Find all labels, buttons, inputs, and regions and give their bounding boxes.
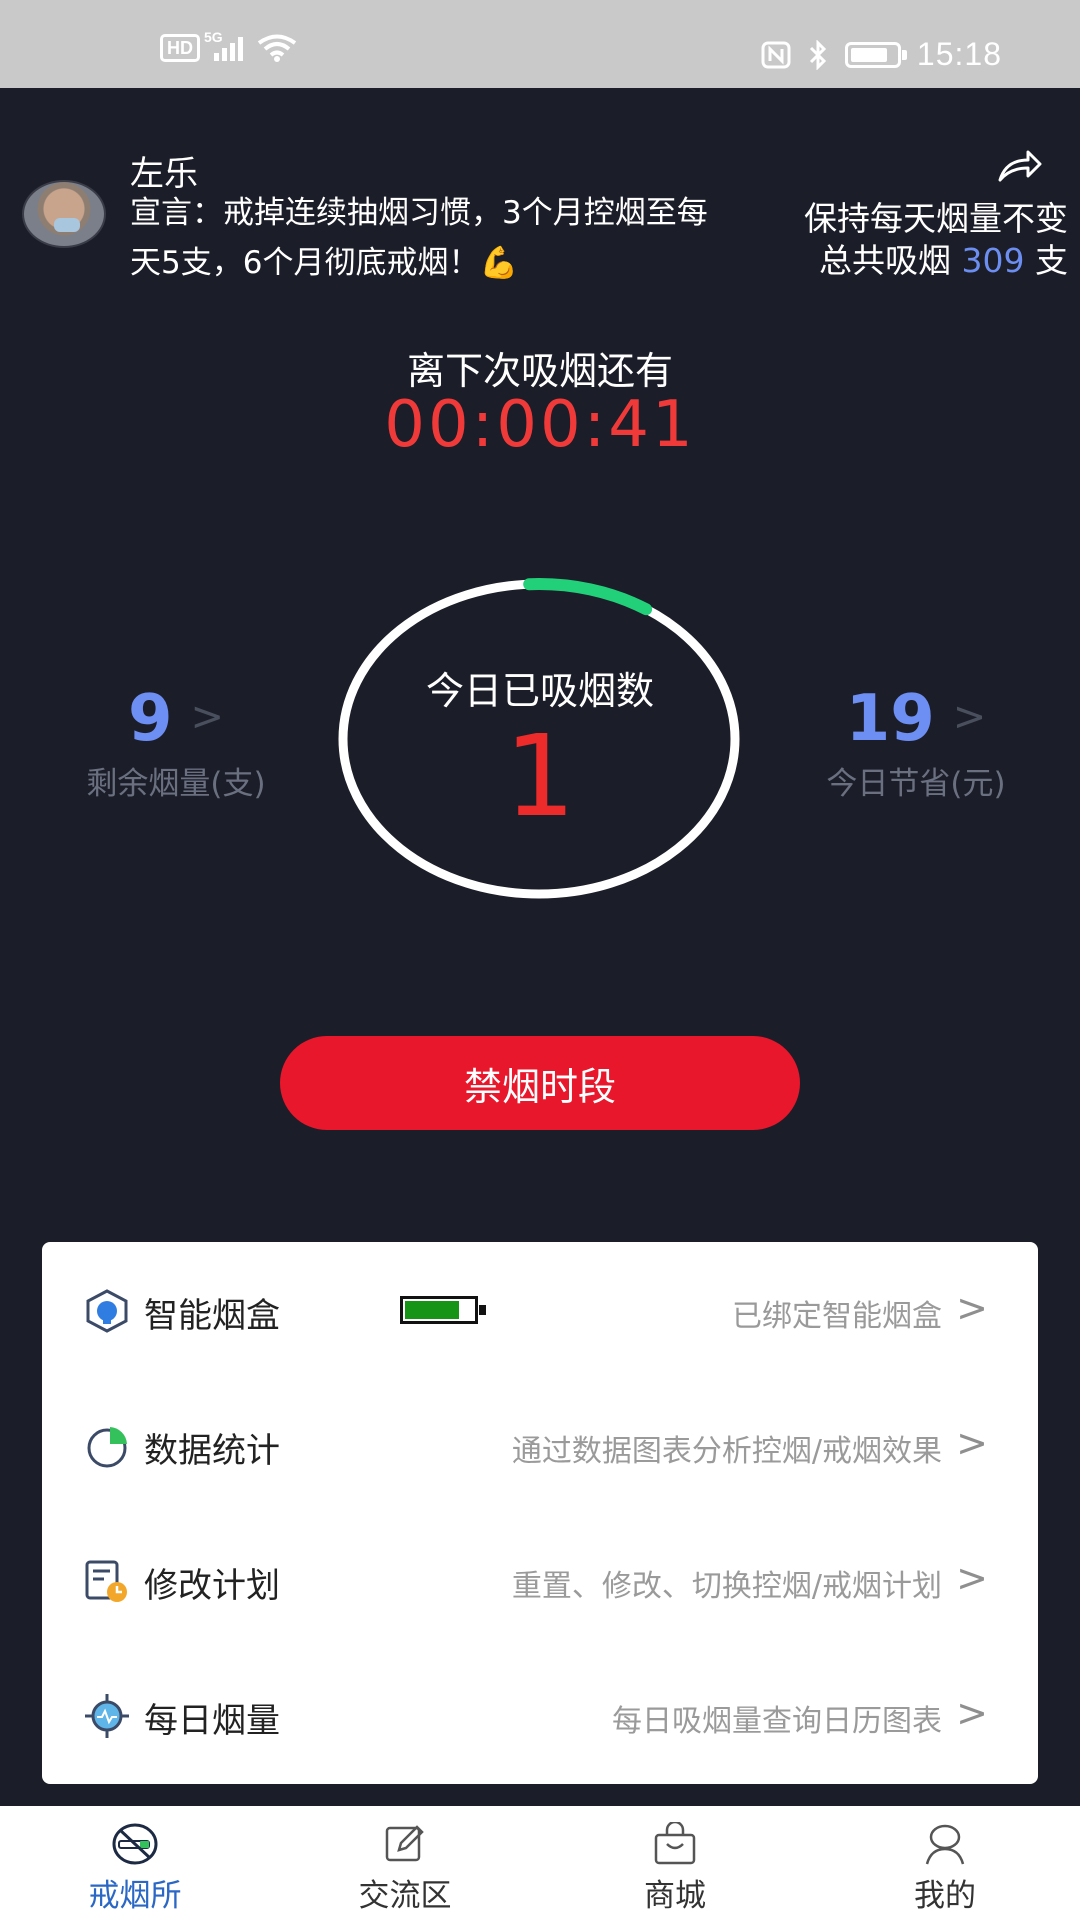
chevron-right-icon: > xyxy=(956,1556,988,1600)
plan-total-value: 309 xyxy=(961,241,1025,280)
chevron-right-icon: > xyxy=(956,1691,988,1735)
plan-line-2: 总共吸烟 309 支 xyxy=(708,240,1068,282)
no-smoking-period-button[interactable]: 禁烟时段 xyxy=(280,1036,800,1130)
status-right: 15:18 xyxy=(761,36,1002,73)
nav-shop[interactable]: 商城 xyxy=(540,1806,810,1920)
edit-note-icon xyxy=(385,1825,424,1862)
plan-summary: 保持每天烟量不变 总共吸烟 309 支 xyxy=(708,198,1068,282)
remaining-label: 剩余烟量(支) xyxy=(86,766,266,802)
clock: 15:18 xyxy=(916,36,1002,72)
chevron-right-icon: > xyxy=(952,694,987,740)
nfc-icon xyxy=(761,41,791,68)
chevron-right-icon: > xyxy=(956,1421,988,1465)
chevron-right-icon: > xyxy=(956,1286,988,1330)
no-smoking-icon xyxy=(112,1823,158,1865)
shop-bag-icon xyxy=(654,1822,696,1865)
plan-total-prefix: 总共吸烟 xyxy=(819,241,951,280)
feature-card: 智能烟盒 已绑定智能烟盒 > 数据统计 通过数据图表分析控烟/戒烟效果 > 修改… xyxy=(42,1242,1038,1784)
menu-item-daily-amount[interactable]: 每日烟量 每日吸烟量查询日历图表 > xyxy=(42,1647,1038,1782)
menu-desc: 通过数据图表分析控烟/戒烟效果 xyxy=(511,1434,942,1469)
profile-icon xyxy=(925,1824,965,1865)
menu-item-statistics[interactable]: 数据统计 通过数据图表分析控烟/戒烟效果 > xyxy=(42,1377,1038,1512)
share-icon[interactable] xyxy=(996,146,1044,186)
saved-value: 19 xyxy=(845,682,935,756)
pie-chart-icon xyxy=(87,1427,127,1468)
smart-box-icon xyxy=(86,1289,128,1333)
saved-stat[interactable]: 19 > 今日节省(元) xyxy=(796,682,1036,803)
bottom-nav: 戒烟所 交流区 商城 我的 xyxy=(0,1806,1080,1920)
wifi-icon xyxy=(257,34,297,62)
progress-arc xyxy=(523,578,653,616)
status-left: HD 5G xyxy=(160,29,297,62)
status-bar: HD 5G 15:18 xyxy=(0,0,1080,88)
avatar[interactable] xyxy=(22,180,106,248)
nav-label: 戒烟所 xyxy=(88,1878,182,1914)
box-battery-indicator xyxy=(400,1296,486,1324)
menu-desc: 已绑定智能烟盒 xyxy=(732,1299,942,1334)
remaining-value: 9 xyxy=(127,682,173,756)
declaration-text: 宣言：戒掉连续抽烟习惯，3个月控烟至每天5支，6个月彻底戒烟！💪 xyxy=(130,195,708,281)
countdown-label: 离下次吸烟还有 xyxy=(406,349,673,393)
nav-quit-smoking[interactable]: 戒烟所 xyxy=(0,1806,270,1920)
network-type: 5G xyxy=(204,29,223,45)
menu-desc: 重置、修改、切换控烟/戒烟计划 xyxy=(511,1569,942,1604)
saved-label: 今日节省(元) xyxy=(826,766,1006,802)
remaining-stat[interactable]: 9 > 剩余烟量(支) xyxy=(56,682,296,803)
menu-desc: 每日吸烟量查询日历图表 xyxy=(612,1704,942,1739)
bluetooth-icon xyxy=(809,39,827,70)
countdown-timer: 00:00:41 xyxy=(384,388,696,462)
hd-badge: HD xyxy=(160,34,200,62)
menu-title: 修改计划 xyxy=(144,1566,280,1606)
menu-item-smart-box[interactable]: 智能烟盒 已绑定智能烟盒 > xyxy=(42,1242,1038,1377)
signal-icon: 5G xyxy=(204,29,243,61)
battery-icon xyxy=(844,41,907,68)
daily-target-icon xyxy=(85,1694,129,1738)
plan-total-unit: 支 xyxy=(1035,241,1068,280)
nav-label: 交流区 xyxy=(358,1878,452,1914)
nav-profile[interactable]: 我的 xyxy=(810,1806,1080,1920)
nav-label: 商城 xyxy=(644,1878,706,1914)
plan-line-1: 保持每天烟量不变 xyxy=(804,199,1068,238)
nav-label: 我的 xyxy=(914,1878,976,1914)
menu-item-modify-plan[interactable]: 修改计划 重置、修改、切换控烟/戒烟计划 > xyxy=(42,1512,1038,1647)
nav-community[interactable]: 交流区 xyxy=(270,1806,540,1920)
menu-title: 每日烟量 xyxy=(144,1701,280,1741)
menu-title: 智能烟盒 xyxy=(144,1296,280,1336)
plan-edit-icon xyxy=(85,1560,127,1602)
menu-title: 数据统计 xyxy=(144,1431,280,1471)
chevron-right-icon: > xyxy=(190,694,225,740)
